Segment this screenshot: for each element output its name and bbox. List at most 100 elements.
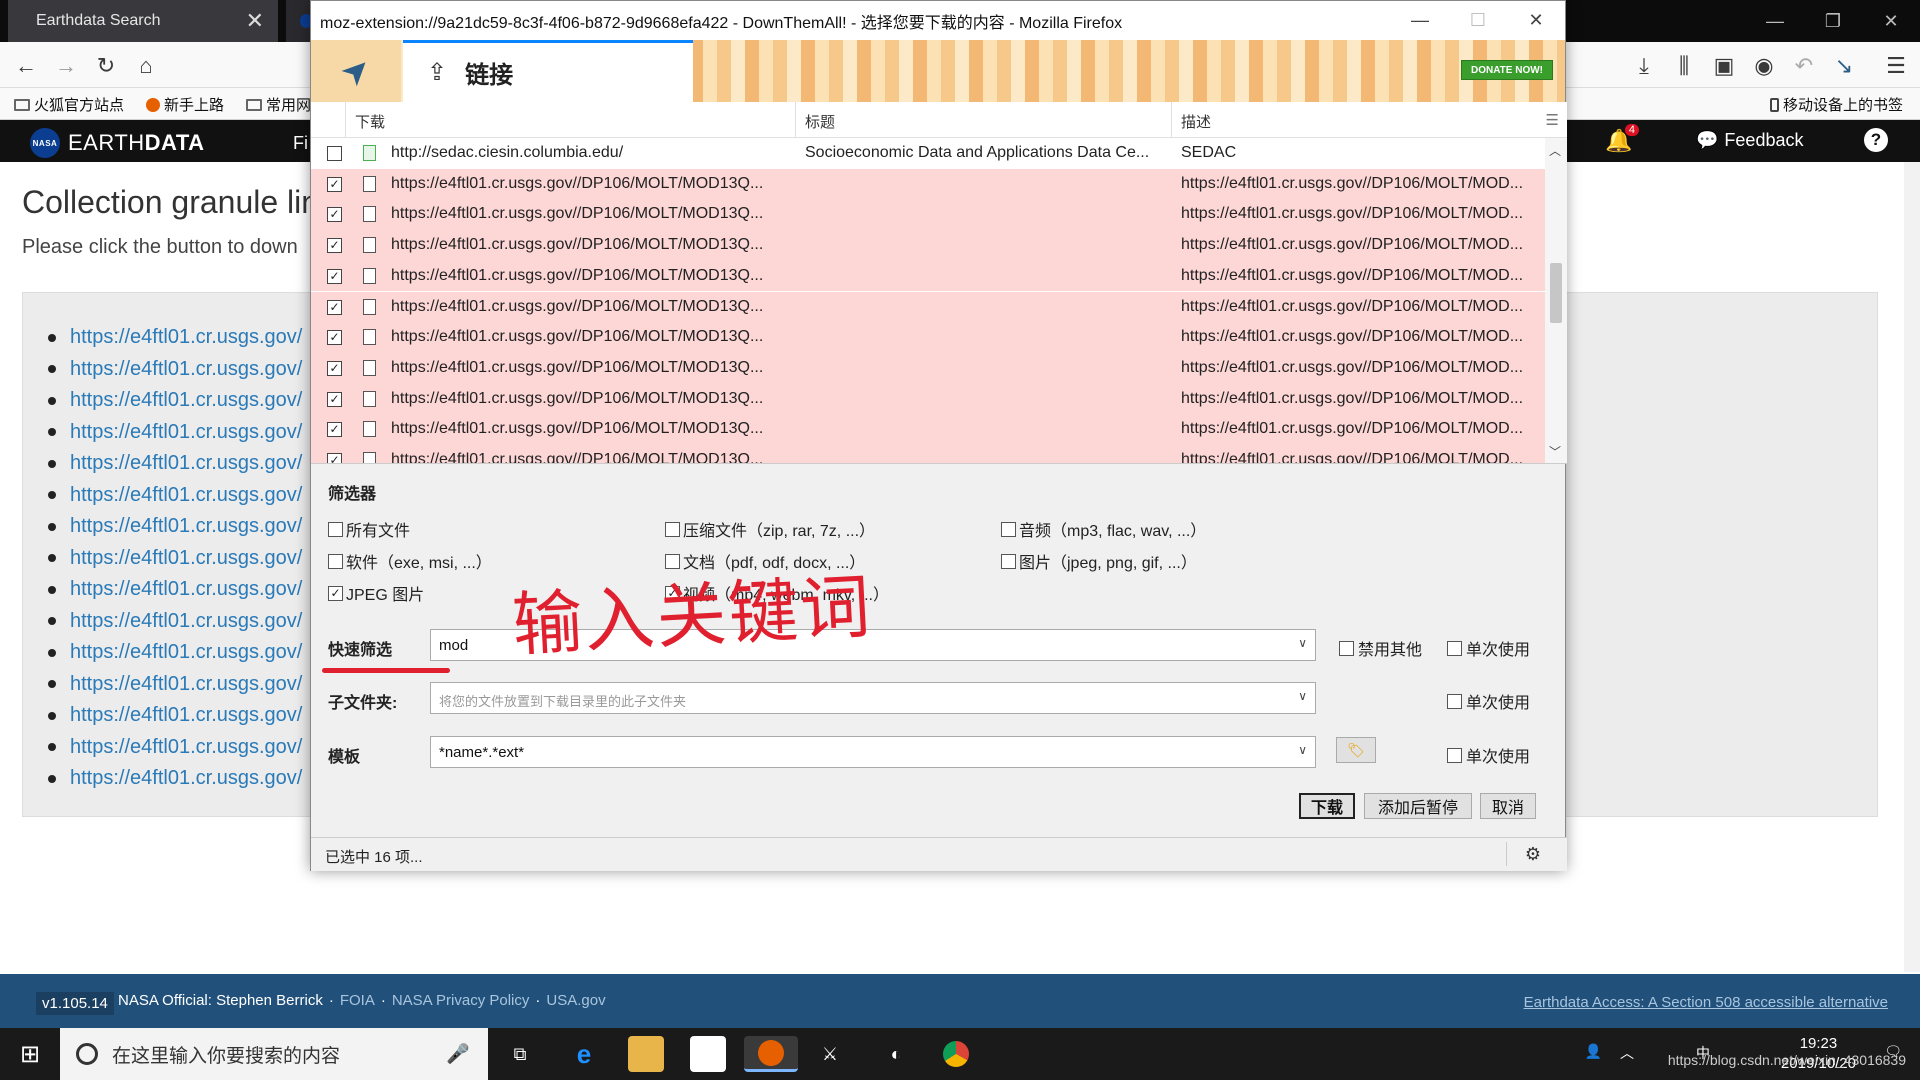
account-icon[interactable]: ◉ [1748, 50, 1780, 82]
row-checkbox[interactable]: ✓ [327, 207, 342, 223]
link-row[interactable]: ✓ https://e4ftl01.cr.usgs.gov//DP106/MOLT… [311, 322, 1545, 353]
granule-link[interactable]: https://e4ftl01.cr.usgs.gov/ [48, 574, 302, 606]
chevron-down-icon[interactable]: ∨ [1298, 636, 1307, 650]
bookmark-getting-started[interactable]: 新手上路 [146, 94, 224, 115]
link-row[interactable]: ✓ https://e4ftl01.cr.usgs.gov//DP106/MOLT… [311, 168, 1545, 200]
accessible-alternative-link[interactable]: Earthdata Access: A Section 508 accessib… [1524, 994, 1888, 1011]
link-row[interactable]: ✓ https://e4ftl01.cr.usgs.gov//DP106/MOLT… [311, 445, 1545, 463]
row-checkbox[interactable]: ✓ [327, 453, 342, 463]
microphone-icon[interactable]: 🎤 [446, 1042, 470, 1066]
granule-link[interactable]: https://e4ftl01.cr.usgs.gov/ [48, 732, 302, 764]
scroll-down-icon[interactable]: ﹀ [1549, 443, 1561, 460]
granule-link[interactable]: https://e4ftl01.cr.usgs.gov/ [48, 669, 302, 701]
chevron-down-icon[interactable]: ∨ [1298, 743, 1307, 757]
grid-scrollbar[interactable]: ︿ ﹀ [1545, 138, 1567, 463]
row-checkbox[interactable]: ✓ [327, 330, 342, 346]
scroll-up-icon[interactable]: ︿ [1549, 142, 1561, 159]
template-once-checkbox[interactable]: 单次使用 [1447, 743, 1530, 767]
add-paused-button[interactable]: 添加后暂停 [1364, 793, 1472, 819]
granule-link[interactable]: https://e4ftl01.cr.usgs.gov/ [48, 606, 302, 638]
bookmark-mobile[interactable]: 移动设备上的书签 [1770, 94, 1903, 115]
template-input[interactable]: *name*.*ext* ∨ [430, 736, 1316, 768]
chevron-down-icon[interactable]: ∨ [1298, 689, 1307, 703]
downloads-icon[interactable]: ⤓ [1628, 50, 1660, 82]
bookmark-common-sites[interactable]: 常用网 [246, 94, 311, 115]
close-window-button[interactable]: ✕ [1862, 0, 1920, 42]
gear-icon[interactable]: ⚙ [1525, 844, 1541, 865]
granule-link[interactable]: https://e4ftl01.cr.usgs.gov/ [48, 637, 302, 669]
filter-option[interactable]: ✓ JPEG 图片 [328, 581, 424, 605]
granule-link[interactable]: https://e4ftl01.cr.usgs.gov/ [48, 354, 302, 386]
edge-icon[interactable]: e [566, 1036, 602, 1072]
filter-option[interactable]: 软件（exe, msi, ...） [328, 549, 492, 573]
filter-option[interactable]: 所有文件 [328, 517, 410, 541]
forward-icon[interactable]: → [50, 50, 82, 82]
sidebar-icon[interactable]: ▣ [1708, 50, 1740, 82]
filter-checkbox[interactable]: ✓ [328, 585, 343, 601]
column-divider[interactable] [1171, 102, 1172, 138]
subfolder-input[interactable]: 将您的文件放置到下载目录里的此子文件夹 ∨ [430, 682, 1316, 714]
row-checkbox[interactable]: ✓ [327, 176, 342, 192]
row-checkbox[interactable]: ✓ [327, 391, 342, 407]
granule-link[interactable]: https://e4ftl01.cr.usgs.gov/ [48, 700, 302, 732]
filter-option[interactable]: 音频（mp3, flac, wav, ...） [1001, 517, 1206, 541]
firefox-icon[interactable] [744, 1036, 798, 1072]
row-checkbox[interactable]: ✓ [327, 360, 342, 376]
granule-link[interactable]: https://e4ftl01.cr.usgs.gov/ [48, 385, 302, 417]
tab-earthdata-search[interactable]: Earthdata Search ✕ [8, 0, 278, 42]
link-row[interactable]: ✓ https://e4ftl01.cr.usgs.gov//DP106/MOLT… [311, 260, 1545, 292]
taskbar-search-input[interactable]: 在这里输入你要搜索的内容 🎤 [60, 1028, 488, 1080]
minimize-button[interactable]: — [1746, 0, 1804, 42]
filter-option[interactable]: 图片（jpeg, png, gif, ...） [1001, 549, 1197, 573]
granule-link[interactable]: https://e4ftl01.cr.usgs.gov/ [48, 543, 302, 575]
download-button[interactable]: 下载 [1299, 793, 1355, 819]
library-icon[interactable]: ⫼ [1668, 50, 1700, 82]
media-app-icon[interactable]: ◐ [878, 1036, 914, 1072]
home-icon[interactable]: ⌂ [130, 50, 162, 82]
windows-start-icon[interactable]: ⊞ [0, 1028, 60, 1080]
tab-links[interactable]: ⇪ 链接 [403, 40, 693, 102]
filter-checkbox[interactable] [665, 521, 680, 537]
row-checkbox[interactable]: ✓ [327, 422, 342, 438]
footer-link-foia[interactable]: FOIA [340, 992, 375, 1009]
link-row[interactable]: ✓ https://e4ftl01.cr.usgs.gov//DP106/MOLT… [311, 383, 1545, 415]
row-checkbox[interactable]: ✓ [327, 268, 342, 284]
column-divider[interactable] [795, 102, 796, 138]
game-app-icon[interactable]: ⚔ [812, 1036, 848, 1072]
granule-link[interactable]: https://e4ftl01.cr.usgs.gov/ [48, 322, 302, 354]
donate-button[interactable]: DONATE NOW! [1461, 60, 1553, 80]
earthdata-nav-partial[interactable]: Fi [293, 133, 308, 154]
column-header-title[interactable]: 标题 [805, 111, 835, 132]
filter-checkbox[interactable] [328, 553, 343, 569]
undo-icon[interactable]: ↶ [1788, 50, 1820, 82]
people-icon[interactable]: 👤 [1585, 1043, 1602, 1060]
scroll-thumb[interactable] [1550, 263, 1562, 323]
reload-icon[interactable]: ↻ [90, 50, 122, 82]
tag-icon[interactable]: 🏷 [1336, 737, 1376, 763]
page-scrollbar[interactable] [1904, 162, 1920, 972]
dialog-close-button[interactable]: ✕ [1507, 1, 1565, 40]
filter-checkbox[interactable] [328, 521, 343, 537]
show-hidden-icons-icon[interactable]: ︿ [1620, 1043, 1634, 1063]
granule-link[interactable]: https://e4ftl01.cr.usgs.gov/ [48, 417, 302, 449]
file-explorer-icon[interactable] [628, 1036, 664, 1072]
restore-button[interactable]: ❐ [1804, 0, 1862, 42]
column-picker-icon[interactable]: ☰ [1546, 111, 1559, 129]
link-row[interactable]: ✓ https://e4ftl01.cr.usgs.gov//DP106/MOLT… [311, 352, 1545, 384]
feedback-button[interactable]: 💬 Feedback [1696, 130, 1803, 151]
earthdata-logo[interactable]: NASA EARTHDATA [30, 128, 205, 158]
row-checkbox[interactable]: ✓ [327, 299, 342, 315]
filter-checkbox[interactable] [1001, 553, 1016, 569]
granule-link[interactable]: https://e4ftl01.cr.usgs.gov/ [48, 480, 302, 512]
link-row[interactable]: ✓ https://e4ftl01.cr.usgs.gov//DP106/MOLT… [311, 291, 1545, 323]
filter-checkbox[interactable] [1001, 521, 1016, 537]
task-view-icon[interactable]: ⧉ [502, 1036, 538, 1072]
bookmark-firefox-official[interactable]: 火狐官方站点 [14, 94, 124, 115]
column-header-download[interactable]: 下载 [355, 111, 385, 132]
menu-icon[interactable]: ☰ [1880, 50, 1912, 82]
chrome-icon[interactable] [938, 1036, 974, 1072]
dialog-minimize-button[interactable]: — [1391, 1, 1449, 40]
link-row[interactable]: http://sedac.ciesin.columbia.edu/Socioec… [311, 138, 1545, 169]
link-row[interactable]: ✓ https://e4ftl01.cr.usgs.gov//DP106/MOLT… [311, 199, 1545, 231]
link-row[interactable]: ✓ https://e4ftl01.cr.usgs.gov//DP106/MOLT… [311, 230, 1545, 261]
